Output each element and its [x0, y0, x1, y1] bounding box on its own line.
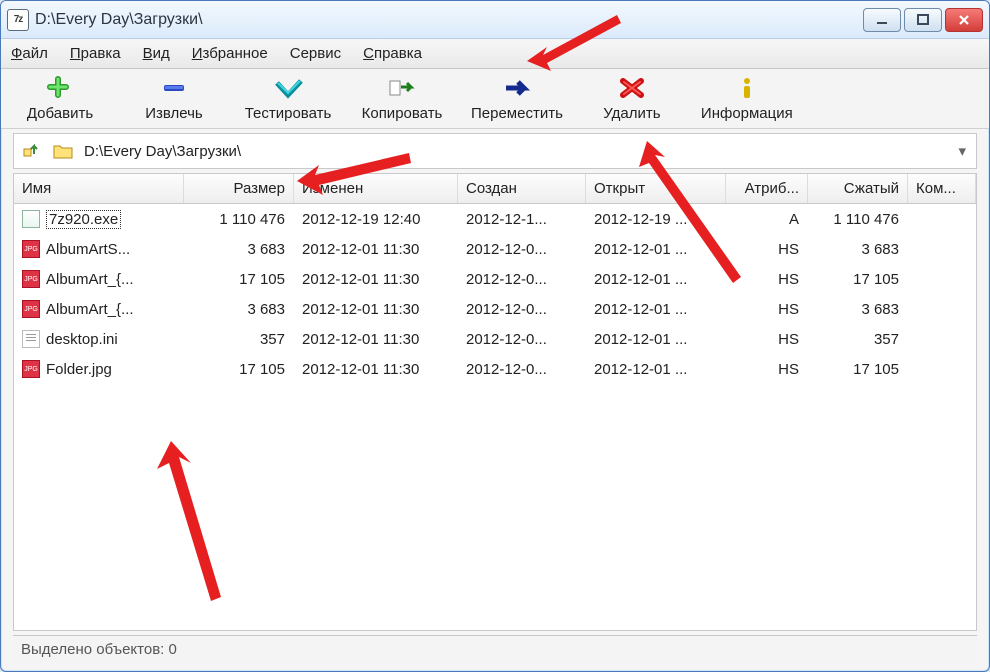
file-exe-icon — [22, 210, 40, 228]
column-headers: Имя Размер Изменен Создан Открыт Атриб..… — [14, 174, 976, 204]
file-jpg-icon — [22, 300, 40, 318]
move-icon — [501, 75, 533, 101]
file-jpg-icon — [22, 240, 40, 258]
window-buttons — [863, 8, 983, 32]
menu-избранное[interactable]: Избранное — [192, 45, 268, 62]
tool-move[interactable]: Переместить — [471, 75, 563, 122]
tool-test[interactable]: Тестировать — [243, 75, 333, 122]
col-attrib[interactable]: Атриб... — [726, 174, 808, 203]
toolbar: Добавить Извлечь Тестировать Копировать Пере… — [1, 69, 989, 129]
delete-icon — [616, 75, 648, 101]
col-name[interactable]: Имя — [14, 174, 184, 203]
table-row[interactable]: AlbumArt_{...17 1052012-12-01 11:302012-… — [14, 264, 976, 294]
maximize-button[interactable] — [904, 8, 942, 32]
close-button[interactable] — [945, 8, 983, 32]
statusbar: Выделено объектов: 0 — [13, 635, 977, 663]
status-text: Выделено объектов: 0 — [21, 641, 177, 658]
minimize-button[interactable] — [863, 8, 901, 32]
tool-minus[interactable]: Извлечь — [129, 75, 219, 122]
folder-icon — [52, 140, 74, 162]
app-icon-7z: 7z — [7, 9, 29, 31]
table-row[interactable]: 7z920.exe1 110 4762012-12-19 12:402012-1… — [14, 204, 976, 234]
pathbar: D:\Every Day\Загрузки\ ▾ — [13, 133, 977, 169]
table-row[interactable]: Folder.jpg17 1052012-12-01 11:302012-12-… — [14, 354, 976, 384]
info-icon — [731, 75, 763, 101]
main-window: 7z D:\Every Day\Загрузки\ Файл Правка Вид И… — [0, 0, 990, 672]
file-list: Имя Размер Изменен Создан Открыт Атриб..… — [13, 173, 977, 631]
table-row[interactable]: AlbumArt_{...3 6832012-12-01 11:302012-1… — [14, 294, 976, 324]
copy-icon — [386, 75, 418, 101]
menu-справка[interactable]: Справка — [363, 45, 422, 62]
path-text[interactable]: D:\Every Day\Загрузки\ — [84, 143, 944, 160]
tool-info[interactable]: Информация — [701, 75, 793, 122]
table-row[interactable]: AlbumArtS...3 6832012-12-01 11:302012-12… — [14, 234, 976, 264]
col-modified[interactable]: Изменен — [294, 174, 458, 203]
up-folder-icon[interactable] — [20, 140, 42, 162]
file-rows: 7z920.exe1 110 4762012-12-19 12:402012-1… — [14, 204, 976, 630]
table-row[interactable]: desktop.ini3572012-12-01 11:302012-12-0.… — [14, 324, 976, 354]
col-opened[interactable]: Открыт — [586, 174, 726, 203]
titlebar[interactable]: 7z D:\Every Day\Загрузки\ — [1, 1, 989, 39]
col-comment[interactable]: Ком... — [908, 174, 976, 203]
col-packed[interactable]: Сжатый — [808, 174, 908, 203]
file-jpg-icon — [22, 360, 40, 378]
window-title: D:\Every Day\Загрузки\ — [35, 11, 863, 29]
tool-plus[interactable]: Добавить — [15, 75, 105, 122]
file-ini-icon — [22, 330, 40, 348]
test-icon — [272, 75, 304, 101]
menu-вид[interactable]: Вид — [143, 45, 170, 62]
plus-icon — [44, 75, 76, 101]
minus-icon — [158, 75, 190, 101]
menu-файл[interactable]: Файл — [11, 45, 48, 62]
path-dropdown-icon[interactable]: ▾ — [954, 142, 970, 160]
tool-delete[interactable]: Удалить — [587, 75, 677, 122]
menubar: Файл Правка Вид Избранное Сервис Справка — [1, 39, 989, 69]
col-created[interactable]: Создан — [458, 174, 586, 203]
menu-правка[interactable]: Правка — [70, 45, 121, 62]
file-jpg-icon — [22, 270, 40, 288]
menu-сервис[interactable]: Сервис — [290, 45, 341, 62]
col-size[interactable]: Размер — [184, 174, 294, 203]
tool-copy[interactable]: Копировать — [357, 75, 447, 122]
